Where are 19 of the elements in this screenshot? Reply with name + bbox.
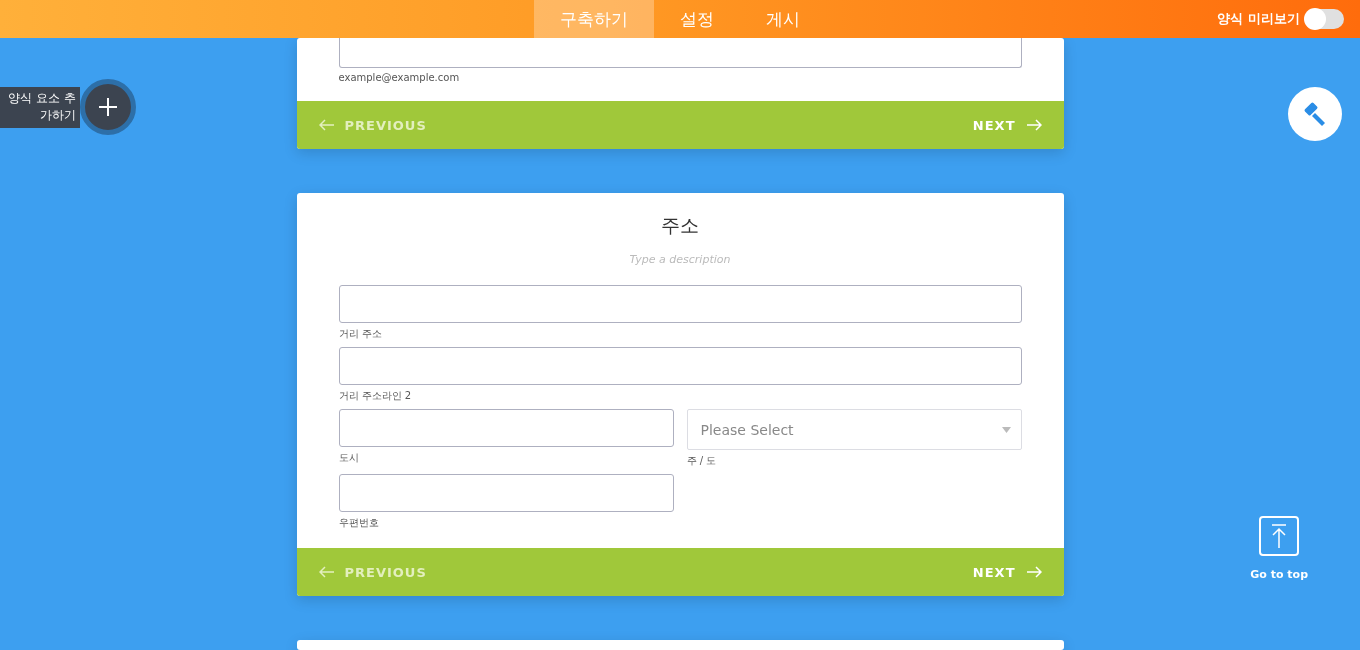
field-sublabel: 거리 주소라인 2 bbox=[338, 389, 413, 403]
nav-tab[interactable]: 게시 bbox=[740, 0, 826, 38]
field-sublabel: 도시 bbox=[338, 451, 360, 465]
add-element-label[interactable]: 양식 요소 추가하기 bbox=[0, 86, 80, 128]
card-title: 주소 bbox=[660, 213, 700, 238]
nav-tab[interactable]: 구축하기 bbox=[534, 0, 654, 38]
field-sublabel: 우편번호 bbox=[338, 516, 380, 530]
card-description: Type a description bbox=[628, 253, 732, 266]
preview-label: 양식 미리보기 bbox=[1217, 10, 1300, 28]
next-button[interactable]: NEXT bbox=[680, 548, 1064, 596]
previous-button[interactable]: PREVIOUS bbox=[296, 101, 680, 149]
field-sublabel: example@example.com bbox=[338, 72, 461, 83]
field-sublabel: 주 / 도 bbox=[686, 454, 718, 468]
field-sublabel: 거리 주소 bbox=[338, 327, 383, 341]
next-button[interactable]: NEXT bbox=[680, 101, 1064, 149]
select-field[interactable]: Please Select bbox=[686, 409, 1022, 450]
nav-tab[interactable]: 설정 bbox=[654, 0, 740, 38]
go-to-top-label: Go to top bbox=[1250, 568, 1308, 581]
previous-button[interactable]: PREVIOUS bbox=[296, 548, 680, 596]
